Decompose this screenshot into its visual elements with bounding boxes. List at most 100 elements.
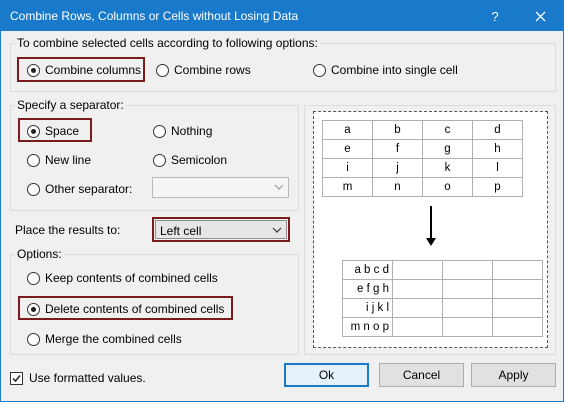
preview-row: i j k l <box>342 298 543 318</box>
preview-cell: k <box>422 158 473 178</box>
preview-cell: e <box>322 139 373 159</box>
use-formatted-checkbox[interactable]: Use formatted values. <box>10 371 146 385</box>
preview-cell: i <box>322 158 373 178</box>
preview-cell: g <box>422 139 473 159</box>
preview-cell <box>392 317 443 337</box>
preview-cell: c <box>422 120 473 140</box>
preview-row: mnop <box>322 177 523 197</box>
preview-cell <box>392 279 443 299</box>
preview-row: e f g h <box>342 279 543 299</box>
radio-combine-rows[interactable]: Combine rows <box>156 63 251 77</box>
checkbox-label: Use formatted values. <box>29 371 146 385</box>
ok-label: Ok <box>318 368 335 382</box>
preview-cell: a b c d <box>342 260 393 280</box>
radio-label: New line <box>45 153 92 167</box>
preview-cell: a <box>322 120 373 140</box>
radio-label: Space <box>45 124 80 138</box>
preview-row: efgh <box>322 139 523 159</box>
cancel-label: Cancel <box>402 368 441 382</box>
radio-keep-contents[interactable]: Keep contents of combined cells <box>27 271 218 285</box>
ok-button[interactable]: Ok <box>284 363 369 387</box>
arrow-head-icon <box>426 238 436 246</box>
preview-cell <box>442 260 493 280</box>
preview-row: abcd <box>322 120 523 140</box>
apply-button[interactable]: Apply <box>471 363 556 387</box>
radio-label: Semicolon <box>171 153 228 167</box>
radio-nothing[interactable]: Nothing <box>153 124 212 138</box>
radio-merge-cells[interactable]: Merge the combined cells <box>27 332 182 346</box>
preview-row: m n o p <box>342 317 543 337</box>
place-results-value: Left cell <box>160 224 202 238</box>
radio-indicator <box>27 271 40 285</box>
help-icon: ? <box>491 8 499 24</box>
radio-indicator <box>27 153 40 167</box>
apply-label: Apply <box>498 368 529 382</box>
preview-cell <box>392 260 443 280</box>
preview-cell: f <box>372 139 423 159</box>
preview-cell <box>492 260 543 280</box>
preview-cell: e f g h <box>342 279 393 299</box>
preview-cell: n <box>372 177 423 197</box>
chevron-down-icon <box>272 227 282 233</box>
radio-indicator <box>27 124 40 138</box>
preview-cell: b <box>372 120 423 140</box>
radio-label: Other separator: <box>45 182 133 196</box>
window-title: Combine Rows, Columns or Cells without L… <box>10 9 299 23</box>
preview-cell: m <box>322 177 373 197</box>
help-button[interactable]: ? <box>479 1 511 31</box>
radio-indicator <box>27 63 40 77</box>
preview-cell: d <box>472 120 523 140</box>
chevron-down-icon <box>274 184 284 190</box>
radio-label: Combine rows <box>174 63 251 77</box>
preview-row: ijkl <box>322 158 523 178</box>
preview-cell <box>442 279 493 299</box>
title-bar: Combine Rows, Columns or Cells without L… <box>1 1 563 31</box>
preview-before-table: abcdefghijklmnop <box>322 120 523 197</box>
close-icon <box>535 11 545 21</box>
close-button[interactable] <box>524 1 556 31</box>
separator-legend: Specify a separator: <box>15 98 126 112</box>
radio-indicator <box>156 63 169 77</box>
preview-cell <box>492 298 543 318</box>
options-legend: Options: <box>15 247 64 261</box>
radio-delete-contents[interactable]: Delete contents of combined cells <box>27 302 224 316</box>
radio-new-line[interactable]: New line <box>27 153 91 167</box>
preview-cell: j <box>372 158 423 178</box>
preview-cell: m n o p <box>342 317 393 337</box>
radio-indicator <box>27 332 40 346</box>
radio-label: Combine columns <box>45 63 142 77</box>
preview-cell <box>392 298 443 318</box>
preview-cell <box>442 317 493 337</box>
preview-cell <box>492 279 543 299</box>
preview-cell: l <box>472 158 523 178</box>
cancel-button[interactable]: Cancel <box>379 363 464 387</box>
other-separator-combo[interactable] <box>152 177 289 198</box>
radio-semicolon[interactable]: Semicolon <box>153 153 227 167</box>
radio-label: Keep contents of combined cells <box>45 271 218 285</box>
checkbox-indicator <box>10 371 23 385</box>
radio-indicator <box>153 124 166 138</box>
place-results-combo[interactable]: Left cell <box>155 220 287 239</box>
preview-cell: o <box>422 177 473 197</box>
preview-after-table: a b c de f g hi j k lm n o p <box>342 260 543 337</box>
preview-panel: abcdefghijklmnop a b c de f g hi j k lm … <box>313 111 548 348</box>
preview-cell <box>492 317 543 337</box>
radio-indicator <box>27 302 40 316</box>
radio-combine-single[interactable]: Combine into single cell <box>313 63 458 77</box>
radio-label: Delete contents of combined cells <box>45 302 225 316</box>
combine-dialog: Combine Rows, Columns or Cells without L… <box>0 0 564 402</box>
radio-indicator <box>153 153 166 167</box>
checkmark-icon <box>12 374 21 382</box>
radio-label: Nothing <box>171 124 213 138</box>
radio-other-separator[interactable]: Other separator: <box>27 182 132 196</box>
preview-cell <box>442 298 493 318</box>
combine-legend: To combine selected cells according to f… <box>15 36 320 50</box>
radio-space[interactable]: Space <box>27 124 79 138</box>
radio-combine-columns[interactable]: Combine columns <box>27 63 141 77</box>
place-label: Place the results to: <box>15 223 121 237</box>
preview-cell: i j k l <box>342 298 393 318</box>
radio-label: Merge the combined cells <box>45 332 182 346</box>
radio-label: Combine into single cell <box>331 63 458 77</box>
preview-cell: p <box>472 177 523 197</box>
radio-indicator <box>27 182 40 196</box>
